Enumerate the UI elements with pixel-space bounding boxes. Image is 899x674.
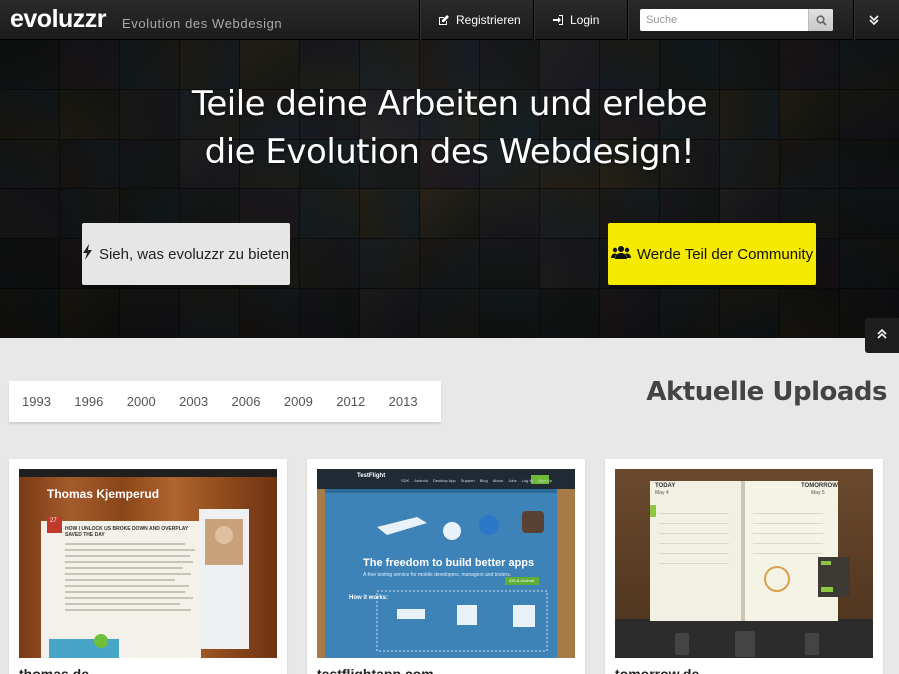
year-filter-item[interactable]: 2013 [389,394,441,409]
preview-nav: SDK Android Desktop App Support Blog About Job… [401,478,552,483]
preview-today: TODAY [655,483,676,489]
preview-nav-item: Jobs [508,478,517,483]
community-button-label: Werde Teil der Community [636,245,814,263]
upload-card-name[interactable]: thomas.de [19,666,89,674]
edit-icon [438,14,450,26]
hero-banner: Teile deine Arbeiten und erlebe die Evol… [0,40,899,338]
year-filter-item[interactable]: 1996 [74,394,126,409]
upload-card[interactable]: TestFlight SDK Android Desktop App Support B… [307,459,585,674]
search-container [627,0,853,40]
upload-card[interactable]: Thomas Kjemperud HOW I UNLOCK US BROKE D… [9,459,287,674]
register-label: Registrieren [456,13,521,27]
upload-thumbnail[interactable]: TestFlight SDK Android Desktop App Support B… [317,469,575,658]
search-input[interactable] [640,9,808,31]
hero-title-line2: die Evolution des Webdesign! [204,132,695,172]
users-icon [610,245,631,264]
preview-date: 27 [50,518,57,524]
preview-nav-item: Support [460,478,475,483]
preview-post-heading: HOW I UNLOCK US BROKE DOWN AND OVERPLAY … [65,526,189,538]
upload-card-name[interactable]: tomorrow.de [615,666,699,674]
scroll-to-top-button[interactable] [865,318,899,353]
year-filter-bar: 1993 1996 2000 2003 2006 2009 2012 2013 [9,381,441,422]
community-button[interactable]: Werde Teil der Community [608,223,816,285]
preview-nav-item: About [492,478,504,483]
preview-subhead: A free testing service for mobile develo… [363,572,512,578]
preview-nav-item: SDK [401,478,410,483]
preview-tomorrow: TOMORROW [801,483,838,489]
site-logo[interactable]: evoluzzr [10,5,107,33]
preview-nav-item: Desktop App [433,478,456,483]
double-chevron-up-icon [876,327,888,345]
search-icon [815,14,827,26]
preview-brand: TestFlight [357,473,386,479]
register-link[interactable]: Registrieren [419,0,533,40]
preview-site-title: Thomas Kjemperud [47,487,160,501]
login-link[interactable]: Login [533,0,627,40]
top-navbar: evoluzzr Evolution des Webdesign Registr… [0,0,899,40]
year-filter-item[interactable]: 2000 [127,394,179,409]
preview-nav-item: Android [414,478,429,483]
double-chevron-down-icon [868,14,880,26]
uploads-heading: Aktuelle Uploads [646,377,887,407]
year-filter-item[interactable]: 2009 [284,394,336,409]
preview-nav-item: Blog [479,478,488,483]
hero-title-line1: Teile deine Arbeiten und erlebe [191,84,708,124]
bolt-icon [82,244,93,264]
upload-thumbnail[interactable]: TODAY May 4 TOMORROW May 5 [615,469,873,658]
sign-in-icon [552,14,564,26]
upload-card[interactable]: TODAY May 4 TOMORROW May 5 tomorrow.de [605,459,883,674]
year-filter-item[interactable]: 2006 [232,394,284,409]
year-filter-item[interactable]: 1993 [22,394,74,409]
year-filter-item[interactable]: 2003 [179,394,231,409]
features-button[interactable]: Sieh, was evoluzzr zu bieten [82,223,290,285]
preview-tomorrow-date: May 5 [811,490,825,496]
year-filter-item[interactable]: 2012 [336,394,388,409]
preview-headline: The freedom to build better apps [363,557,535,569]
login-label: Login [570,13,600,27]
preview-badge: iOS & Android [509,578,535,583]
features-button-label: Sieh, was evoluzzr zu bieten [98,245,290,263]
search-button[interactable] [808,9,833,31]
preview-nav-item: Log In [521,478,533,483]
upload-thumbnail[interactable]: Thomas Kjemperud HOW I UNLOCK US BROKE D… [19,469,277,658]
search-box [640,9,833,31]
upload-card-name[interactable]: testflightapp.com [317,666,434,674]
hero-title: Teile deine Arbeiten und erlebe die Evol… [0,80,899,176]
preview-today-date: May 4 [655,490,669,496]
more-menu-button[interactable] [853,0,899,40]
preview-section: How it works: [349,595,389,601]
site-tagline: Evolution des Webdesign [122,16,283,31]
preview-nav-item: Sign Up [537,478,553,483]
